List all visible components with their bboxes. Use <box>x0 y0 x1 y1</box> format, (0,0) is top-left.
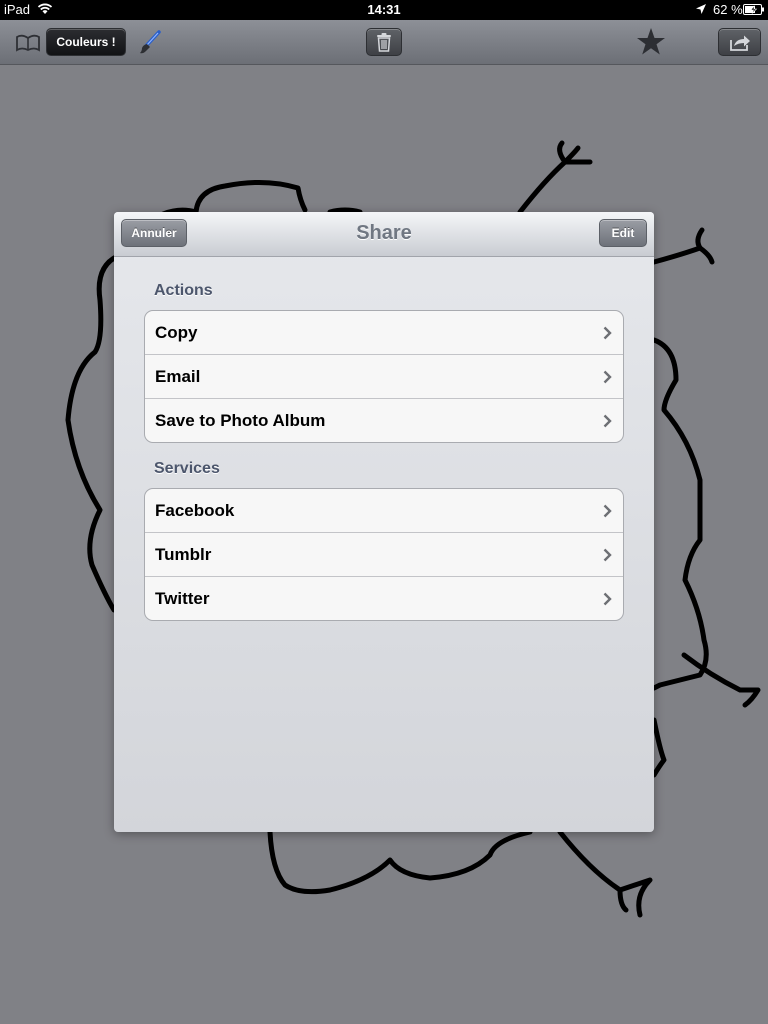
actions-group: Copy Email Save to Photo Album <box>144 310 624 443</box>
row-label: Copy <box>155 323 198 342</box>
row-label: Email <box>155 367 201 386</box>
row-label: Facebook <box>155 501 235 520</box>
chevron-right-icon <box>603 326 612 340</box>
twitter-row[interactable]: Twitter <box>145 577 623 620</box>
save-to-photo-album-row[interactable]: Save to Photo Album <box>145 399 623 442</box>
share-sheet-title: Share <box>356 222 412 244</box>
chevron-right-icon <box>603 548 612 562</box>
chevron-right-icon <box>603 504 612 518</box>
copy-row[interactable]: Copy <box>145 311 623 355</box>
row-label: Tumblr <box>155 545 212 564</box>
services-group: Facebook Tumblr Twitter <box>144 488 624 621</box>
chevron-right-icon <box>603 592 612 606</box>
section-header-actions: Actions <box>154 282 213 299</box>
chevron-right-icon <box>603 414 612 428</box>
share-sheet: Share Annuler Edit Actions Copy Email Sa… <box>114 212 654 832</box>
row-label: Save to Photo Album <box>155 411 326 430</box>
edit-button[interactable]: Edit <box>599 219 647 247</box>
email-row[interactable]: Email <box>145 355 623 399</box>
chevron-right-icon <box>603 370 612 384</box>
facebook-row[interactable]: Facebook <box>145 489 623 533</box>
section-header-services: Services <box>154 460 220 477</box>
share-sheet-header: Share Annuler Edit <box>114 212 654 257</box>
tumblr-row[interactable]: Tumblr <box>145 533 623 577</box>
cancel-button[interactable]: Annuler <box>121 219 187 247</box>
row-label: Twitter <box>155 589 210 608</box>
